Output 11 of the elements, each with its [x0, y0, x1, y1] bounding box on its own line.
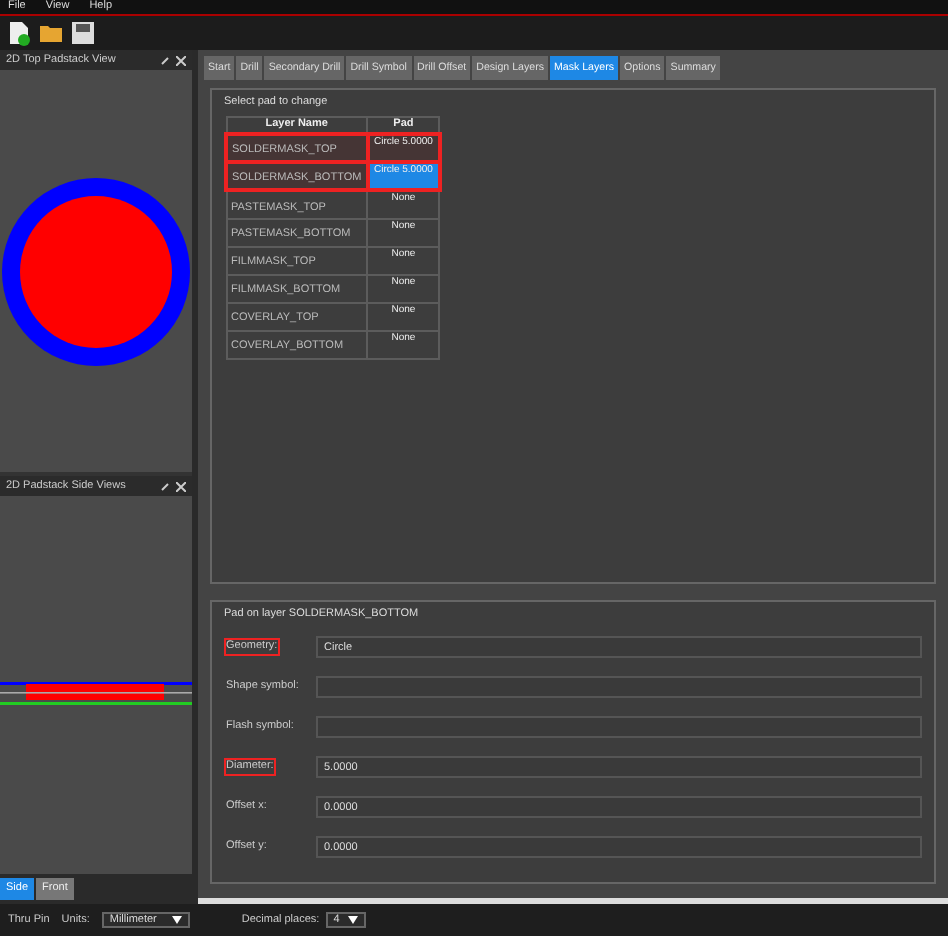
close-icon[interactable]: [176, 481, 186, 491]
caret-icon: [171, 916, 182, 924]
input-field[interactable]: [316, 676, 922, 699]
pin-icon[interactable]: [160, 55, 170, 65]
folder-icon[interactable]: [38, 20, 64, 46]
close-icon[interactable]: [176, 55, 186, 65]
pin-icon[interactable]: [160, 481, 170, 491]
save-icon[interactable]: [70, 20, 96, 46]
caret-icon: [347, 916, 358, 924]
input-field[interactable]: [316, 716, 922, 739]
new-file-icon[interactable]: [6, 20, 32, 46]
